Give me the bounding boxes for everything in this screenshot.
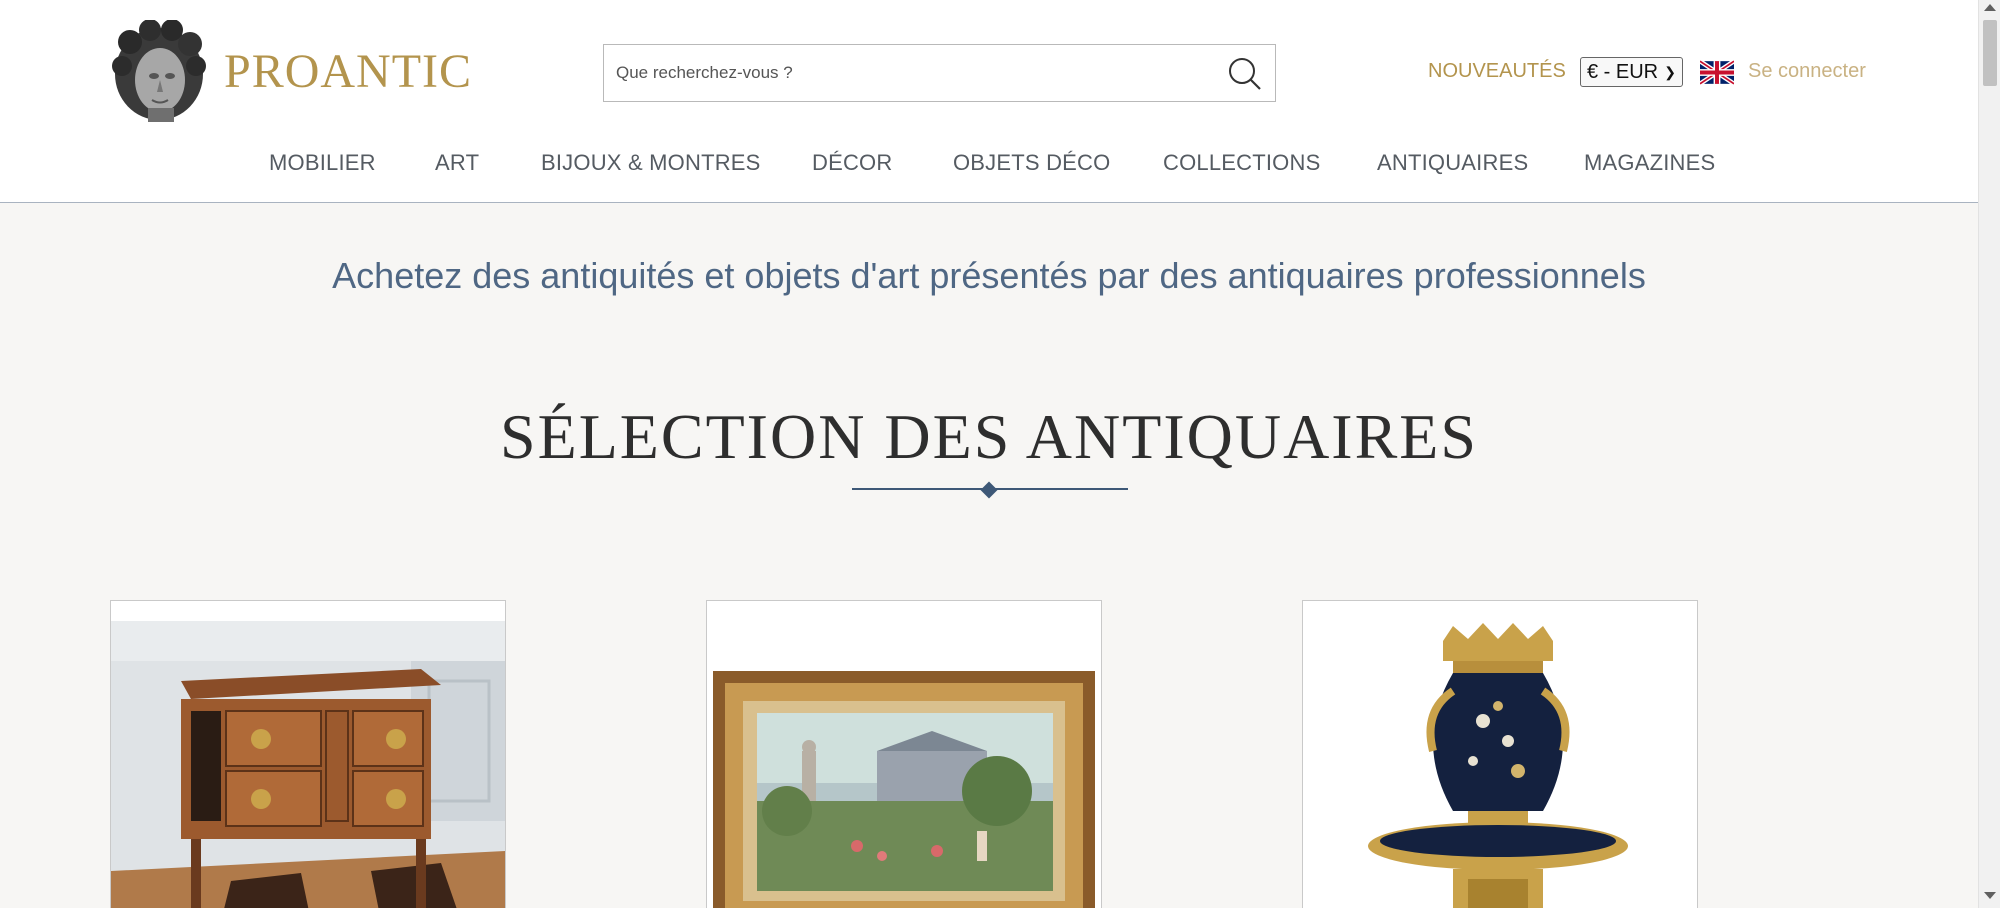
section-title: SÉLECTION DES ANTIQUAIRES — [500, 401, 1478, 472]
site-header: PROANTIC NOUVEAUTÉS € - EUR ❯ Se connect… — [0, 0, 1978, 203]
title-divider-diamond — [980, 481, 998, 499]
product-card[interactable] — [706, 600, 1102, 908]
nav-item-objets-deco[interactable]: OBJETS DÉCO — [953, 150, 1110, 176]
currency-value: € - EUR — [1587, 61, 1659, 83]
scroll-up-arrow-icon[interactable] — [1984, 4, 1996, 11]
page-scrollbar[interactable] — [1978, 0, 2000, 908]
logo-wordmark[interactable]: PROANTIC — [224, 44, 472, 99]
nav-item-bijoux-montres[interactable]: BIJOUX & MONTRES — [541, 150, 761, 176]
search-input[interactable] — [616, 45, 1196, 101]
framed-painting-image[interactable] — [707, 601, 1101, 908]
scrollbar-thumb[interactable] — [1983, 20, 1997, 86]
search-icon[interactable] — [1226, 55, 1264, 93]
nav-item-antiquaires[interactable]: ANTIQUAIRES — [1377, 150, 1528, 176]
search-bar — [603, 44, 1276, 102]
nav-item-magazines[interactable]: MAGAZINES — [1584, 150, 1715, 176]
commode-marquetry-image[interactable] — [111, 601, 505, 908]
login-link[interactable]: Se connecter — [1748, 60, 1866, 83]
main-nav: MOBILIER ART BIJOUX & MONTRES DÉCOR OBJE… — [0, 150, 1978, 180]
logo-bust-icon[interactable] — [110, 19, 208, 122]
nav-item-collections[interactable]: COLLECTIONS — [1163, 150, 1320, 176]
chevron-down-icon: ❯ — [1664, 64, 1676, 80]
uk-flag-icon[interactable] — [1698, 59, 1736, 86]
nav-item-mobilier[interactable]: MOBILIER — [269, 150, 376, 176]
product-card[interactable] — [1302, 600, 1698, 908]
nav-item-art[interactable]: ART — [435, 150, 479, 176]
product-card[interactable] — [110, 600, 506, 908]
tagline: Achetez des antiquités et objets d'art p… — [332, 255, 1646, 296]
scroll-down-arrow-icon[interactable] — [1984, 892, 1996, 899]
currency-select[interactable]: € - EUR ❯ — [1580, 57, 1683, 87]
nav-item-decor[interactable]: DÉCOR — [812, 150, 892, 176]
vase-cobalt-gilt-image[interactable] — [1303, 601, 1697, 908]
nouveautes-link[interactable]: NOUVEAUTÉS — [1428, 60, 1566, 83]
